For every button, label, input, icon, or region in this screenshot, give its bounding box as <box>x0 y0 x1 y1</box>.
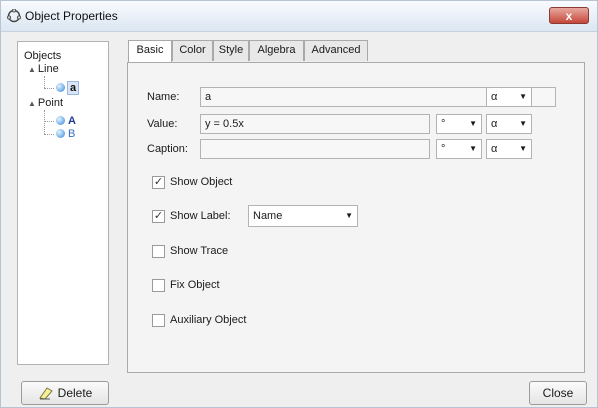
tab-advanced[interactable]: Advanced <box>304 40 368 61</box>
tree-group-point[interactable]: ▲ Point <box>28 97 63 109</box>
fix-object-checkbox[interactable] <box>152 279 165 292</box>
show-trace-label: Show Trace <box>170 245 229 257</box>
degree-symbol: ° <box>441 118 446 130</box>
tree-group-label: Point <box>37 97 63 109</box>
show-label-label: Show Label: <box>170 210 231 222</box>
close-button[interactable]: Close <box>529 381 587 405</box>
value-alpha-dropdown[interactable]: α ▼ <box>486 114 532 134</box>
chevron-down-icon: ▼ <box>519 119 527 128</box>
chevron-down-icon: ▼ <box>469 119 477 128</box>
caption-degree-dropdown[interactable]: ° ▼ <box>436 139 482 159</box>
name-label: Name: <box>147 91 180 103</box>
tab-style[interactable]: Style <box>213 40 249 61</box>
expanded-icon[interactable]: ▲ <box>28 65 36 74</box>
chevron-down-icon: ▼ <box>519 92 527 101</box>
value-field[interactable]: y = 0.5x <box>200 114 430 134</box>
show-trace-checkbox[interactable] <box>152 245 165 258</box>
auxiliary-object-label: Auxiliary Object <box>170 314 247 326</box>
object-visible-icon[interactable] <box>56 116 65 125</box>
object-properties-window: Object Properties x Objects ▲ Line a ▲ Poi… <box>0 0 598 408</box>
object-visible-icon[interactable] <box>56 83 65 92</box>
basic-tab-panel: Name: a α ▼ Value: y = 0.5x ° ▼ α ▼ Caption… <box>127 62 585 373</box>
caption-alpha-dropdown[interactable]: α ▼ <box>486 139 532 159</box>
label-mode-dropdown[interactable]: Name ▼ <box>248 205 358 227</box>
app-icon <box>7 9 21 23</box>
auxiliary-object-checkbox[interactable] <box>152 314 165 327</box>
chevron-down-icon: ▼ <box>469 144 477 153</box>
alpha-symbol: α <box>491 143 498 155</box>
show-object-checkbox[interactable]: ✓ <box>152 176 165 189</box>
name-symbol-dropdown[interactable]: α ▼ <box>486 87 532 107</box>
title-bar: Object Properties x <box>1 1 597 32</box>
delete-button[interactable]: Delete <box>21 381 109 405</box>
chevron-down-icon: ▼ <box>345 211 353 220</box>
expanded-icon[interactable]: ▲ <box>28 99 36 108</box>
tree-item-B[interactable]: B <box>56 128 75 140</box>
tab-basic[interactable]: Basic <box>128 40 172 63</box>
window-close-button[interactable]: x <box>549 7 589 24</box>
tab-color[interactable]: Color <box>172 40 213 61</box>
object-visible-icon[interactable] <box>56 129 65 138</box>
fix-object-label: Fix Object <box>170 279 220 291</box>
value-degree-dropdown[interactable]: ° ▼ <box>436 114 482 134</box>
tab-algebra[interactable]: Algebra <box>249 40 304 61</box>
tree-item-A[interactable]: A <box>56 115 76 127</box>
window-title: Object Properties <box>25 9 118 23</box>
tree-item-a[interactable]: a <box>56 81 80 95</box>
tree-root-objects: Objects <box>24 50 62 62</box>
label-mode-value: Name <box>253 210 283 222</box>
value-label: Value: <box>147 118 178 130</box>
tree-item-label: B <box>68 128 76 140</box>
chevron-down-icon: ▼ <box>519 144 527 153</box>
tree-item-label: a <box>66 81 80 95</box>
show-object-label: Show Object <box>170 176 233 188</box>
object-tree[interactable]: Objects ▲ Line a ▲ Point A B <box>17 41 109 365</box>
tree-group-line[interactable]: ▲ Line <box>28 63 59 75</box>
alpha-symbol: α <box>491 91 498 103</box>
tree-group-label: Line <box>37 63 59 75</box>
show-label-checkbox[interactable]: ✓ <box>152 210 165 223</box>
caption-field[interactable] <box>200 139 430 159</box>
alpha-symbol: α <box>491 118 498 130</box>
eraser-icon <box>38 387 53 400</box>
delete-label: Delete <box>57 386 93 400</box>
degree-symbol: ° <box>441 143 446 155</box>
tree-item-label: A <box>68 115 76 127</box>
caption-label: Caption: <box>147 143 188 155</box>
